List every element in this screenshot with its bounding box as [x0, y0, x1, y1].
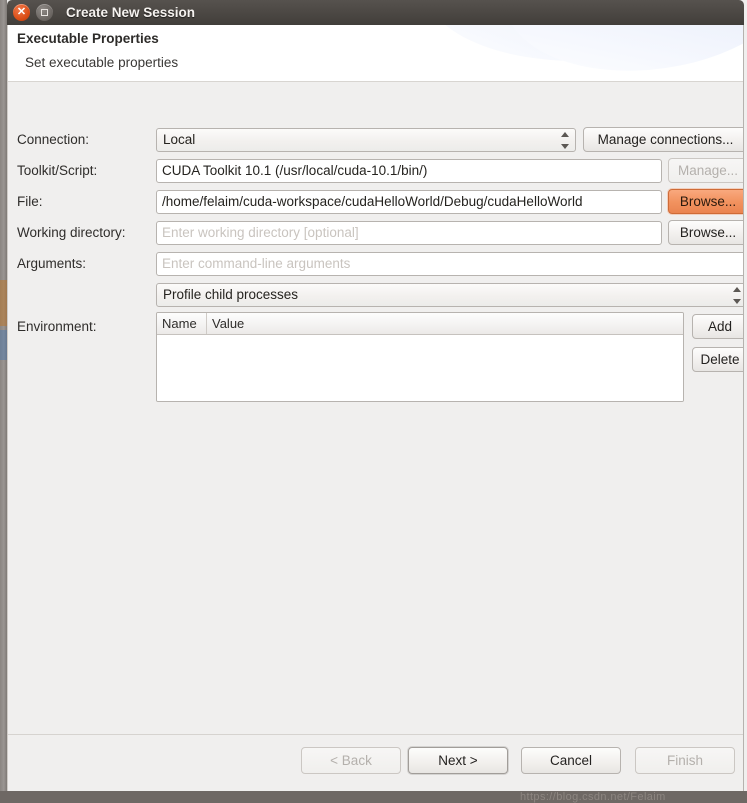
- chevron-updown-icon: [732, 287, 741, 304]
- page-subtitle: Set executable properties: [25, 55, 179, 70]
- background-window-accent: [0, 280, 7, 326]
- close-icon[interactable]: ✕: [13, 4, 30, 21]
- connection-value: Local: [163, 132, 196, 147]
- manage-toolkit-button[interactable]: Manage...: [668, 158, 743, 183]
- next-button[interactable]: Next >: [408, 747, 508, 774]
- connection-label: Connection:: [17, 132, 90, 147]
- environment-table-body[interactable]: [157, 335, 683, 401]
- arguments-label: Arguments:: [17, 256, 87, 271]
- watermark-shadow: https://blog.csdn.net/Felaim: [520, 791, 666, 803]
- back-button[interactable]: < Back: [301, 747, 401, 774]
- chevron-updown-icon: [560, 132, 569, 149]
- form-area: Connection: Local Manage connections... …: [8, 83, 743, 734]
- background-window-accent-secondary: [0, 330, 7, 360]
- toolkit-input[interactable]: CUDA Toolkit 10.1 (/usr/local/cuda-10.1/…: [156, 159, 662, 183]
- delete-environment-button[interactable]: Delete: [692, 347, 743, 372]
- column-header-name[interactable]: Name: [157, 313, 207, 334]
- file-label: File:: [17, 194, 43, 209]
- footer-button-bar: < Back Next > Cancel Finish: [8, 734, 743, 791]
- toolkit-label: Toolkit/Script:: [17, 163, 98, 178]
- maximize-glyph: [41, 9, 48, 16]
- column-header-value[interactable]: Value: [207, 313, 249, 334]
- background-desktop-bottom: https://blog.csdn.net/Felaim: [0, 791, 747, 803]
- working-directory-input[interactable]: Enter working directory [optional]: [156, 221, 662, 245]
- environment-label: Environment:: [17, 319, 97, 334]
- connection-select[interactable]: Local: [156, 128, 576, 152]
- working-directory-browse-button[interactable]: Browse...: [668, 220, 743, 245]
- background-desktop-strip: [0, 0, 7, 803]
- application-window: https://blog.csdn.net/Felaim ✕ Create Ne…: [0, 0, 747, 803]
- finish-button[interactable]: Finish: [635, 747, 735, 774]
- cancel-button[interactable]: Cancel: [521, 747, 621, 774]
- child-processes-select[interactable]: Profile child processes: [156, 283, 743, 307]
- add-environment-button[interactable]: Add: [692, 314, 743, 339]
- window-title: Create New Session: [66, 5, 196, 20]
- title-bar: ✕ Create New Session: [7, 0, 744, 25]
- arguments-input[interactable]: Enter command-line arguments: [156, 252, 743, 276]
- environment-table[interactable]: Name Value: [156, 312, 684, 402]
- wizard-header: Executable Properties Set executable pro…: [8, 25, 743, 82]
- close-glyph: ✕: [16, 6, 27, 18]
- file-browse-button[interactable]: Browse...: [668, 189, 743, 214]
- manage-connections-button[interactable]: Manage connections...: [583, 127, 743, 152]
- maximize-icon[interactable]: [36, 4, 53, 21]
- page-title: Executable Properties: [17, 31, 159, 46]
- working-directory-label: Working directory:: [17, 225, 126, 240]
- dialog-body: Executable Properties Set executable pro…: [7, 25, 744, 791]
- environment-table-header: Name Value: [157, 313, 683, 335]
- child-processes-value: Profile child processes: [163, 287, 299, 302]
- file-input[interactable]: /home/felaim/cuda-workspace/cudaHelloWor…: [156, 190, 662, 214]
